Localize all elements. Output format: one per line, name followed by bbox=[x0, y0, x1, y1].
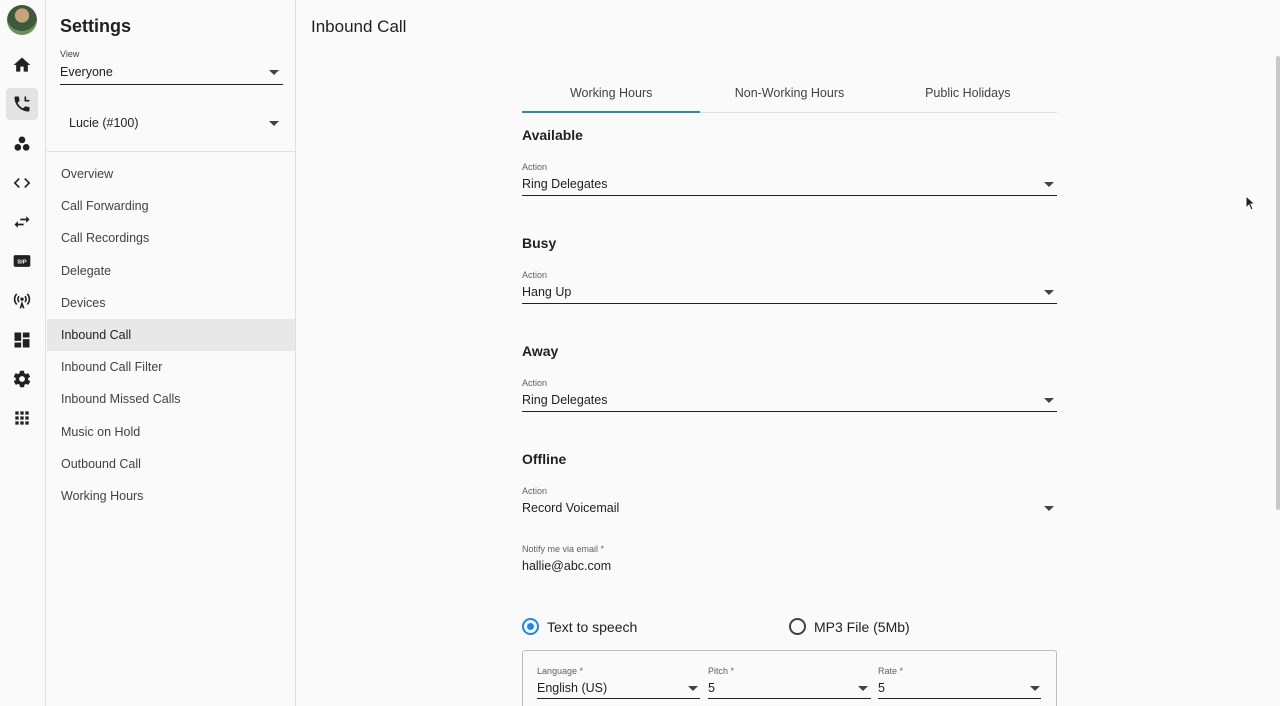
chevron-down-icon bbox=[269, 121, 279, 126]
settings-nav: Overview Call Forwarding Call Recordings… bbox=[47, 158, 295, 512]
svg-text:SIP: SIP bbox=[17, 260, 27, 266]
select-underline bbox=[708, 698, 871, 699]
nav-item-delegate[interactable]: Delegate bbox=[47, 255, 295, 287]
action-label: Action bbox=[522, 486, 548, 496]
tab-working-hours[interactable]: Working Hours bbox=[522, 74, 701, 113]
mouse-cursor-icon bbox=[1245, 195, 1257, 211]
away-action-value: Ring Delegates bbox=[522, 393, 608, 407]
pitch-value: 5 bbox=[708, 681, 715, 695]
section-title-busy: Busy bbox=[522, 235, 557, 251]
tab-non-working-hours[interactable]: Non-Working Hours bbox=[700, 74, 878, 112]
radio-mp3-file-label[interactable]: MP3 File (5Mb) bbox=[814, 619, 910, 635]
chevron-down-icon bbox=[1044, 182, 1054, 187]
chevron-down-icon bbox=[1044, 398, 1054, 403]
action-label: Action bbox=[522, 162, 548, 172]
busy-action-value: Hang Up bbox=[522, 285, 572, 299]
swap-icon[interactable] bbox=[6, 206, 38, 238]
contacts-icon[interactable] bbox=[6, 128, 38, 160]
settings-panel: Settings View Everyone Lucie (#100) Over… bbox=[47, 0, 296, 706]
email-label: Notify me via email * bbox=[522, 544, 605, 554]
chevron-down-icon bbox=[858, 686, 868, 691]
sip-icon[interactable]: SIP bbox=[6, 245, 38, 277]
dashboard-icon[interactable] bbox=[6, 324, 38, 356]
nav-item-overview[interactable]: Overview bbox=[47, 158, 295, 190]
tab-public-holidays[interactable]: Public Holidays bbox=[879, 74, 1057, 112]
antenna-icon[interactable] bbox=[6, 284, 38, 316]
apps-icon[interactable] bbox=[6, 402, 38, 434]
user-select-value: Lucie (#100) bbox=[69, 116, 139, 130]
home-icon[interactable] bbox=[6, 49, 38, 81]
select-underline bbox=[878, 698, 1041, 699]
avatar[interactable] bbox=[7, 5, 37, 35]
select-underline bbox=[537, 698, 700, 699]
section-title-available: Available bbox=[522, 127, 583, 143]
scrollbar[interactable] bbox=[1276, 56, 1280, 510]
chevron-down-icon bbox=[688, 686, 698, 691]
page-title: Inbound Call bbox=[311, 17, 407, 36]
available-action-value: Ring Delegates bbox=[522, 177, 608, 191]
tts-settings-box: Language * English (US) Pitch * 5 Rate *… bbox=[522, 650, 1057, 706]
settings-title: Settings bbox=[60, 16, 132, 36]
language-label: Language * bbox=[537, 666, 584, 676]
radio-text-to-speech[interactable] bbox=[522, 618, 539, 635]
view-select-value: Everyone bbox=[60, 65, 113, 79]
nav-item-working-hours[interactable]: Working Hours bbox=[47, 480, 295, 512]
nav-item-call-forwarding[interactable]: Call Forwarding bbox=[47, 190, 295, 222]
gear-icon[interactable] bbox=[6, 363, 38, 395]
select-underline bbox=[522, 411, 1057, 412]
nav-item-inbound-call-filter[interactable]: Inbound Call Filter bbox=[47, 351, 295, 383]
select-underline bbox=[522, 195, 1057, 196]
nav-item-inbound-call[interactable]: Inbound Call bbox=[47, 318, 295, 352]
nav-item-call-recordings[interactable]: Call Recordings bbox=[47, 222, 295, 254]
view-label: View bbox=[60, 49, 80, 59]
section-title-offline: Offline bbox=[522, 451, 567, 467]
pitch-label: Pitch * bbox=[708, 666, 735, 676]
radio-text-to-speech-label[interactable]: Text to speech bbox=[547, 619, 637, 635]
nav-item-inbound-missed-calls[interactable]: Inbound Missed Calls bbox=[47, 383, 295, 415]
email-field[interactable]: hallie@abc.com bbox=[522, 559, 611, 573]
nav-item-outbound-call[interactable]: Outbound Call bbox=[47, 448, 295, 480]
action-label: Action bbox=[522, 378, 548, 388]
rate-value: 5 bbox=[878, 681, 885, 695]
language-value: English (US) bbox=[537, 681, 608, 695]
rate-label: Rate * bbox=[878, 666, 904, 676]
phone-icon[interactable] bbox=[6, 88, 38, 120]
action-label: Action bbox=[522, 270, 548, 280]
icon-rail: SIP bbox=[0, 0, 46, 706]
radio-mp3-file[interactable] bbox=[789, 618, 806, 635]
offline-action-value: Record Voicemail bbox=[522, 501, 620, 515]
nav-item-music-on-hold[interactable]: Music on Hold bbox=[47, 416, 295, 448]
schedule-tabs: Working Hours Non-Working Hours Public H… bbox=[522, 74, 1057, 113]
chevron-down-icon bbox=[1030, 686, 1040, 691]
section-title-away: Away bbox=[522, 343, 559, 359]
code-icon[interactable] bbox=[6, 167, 38, 199]
chevron-down-icon bbox=[1044, 506, 1054, 511]
select-underline bbox=[522, 303, 1057, 304]
chevron-down-icon bbox=[269, 70, 279, 75]
chevron-down-icon bbox=[1044, 290, 1054, 295]
view-select-underline bbox=[60, 84, 283, 85]
nav-item-devices[interactable]: Devices bbox=[47, 287, 295, 319]
divider bbox=[47, 151, 295, 152]
